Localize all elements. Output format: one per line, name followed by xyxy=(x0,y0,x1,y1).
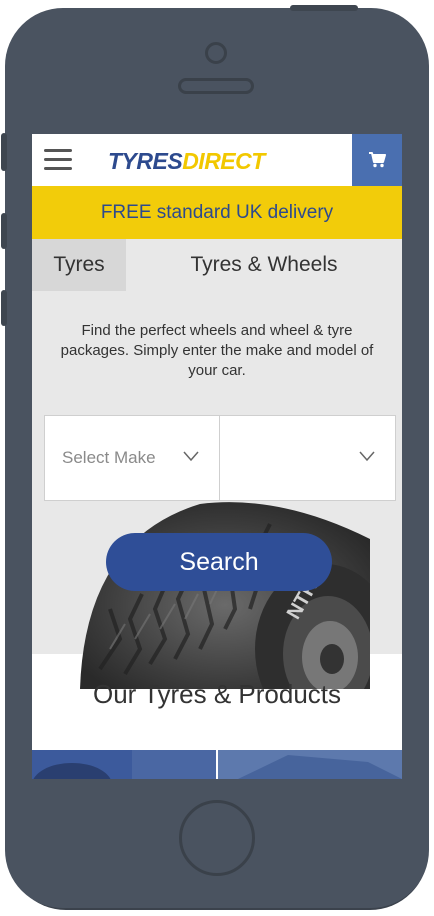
phone-home-button[interactable] xyxy=(179,800,255,876)
chevron-down-icon xyxy=(359,451,375,462)
products-section-title: Our Tyres & Products xyxy=(92,679,342,709)
tab-tyres-and-wheels[interactable]: Tyres & Wheels xyxy=(126,239,402,291)
phone-screen: TYRESDIRECT FREE standard UK delivery Ty… xyxy=(32,134,402,779)
select-make-value: Select Make xyxy=(62,448,156,467)
site-logo[interactable]: TYRESDIRECT xyxy=(108,146,265,176)
tab-tyres[interactable]: Tyres xyxy=(32,239,126,291)
logo-text-tyres: TYRES xyxy=(108,148,183,174)
intro-text: Find the perfect wheels and wheel & tyre… xyxy=(60,322,374,379)
product-tiles xyxy=(32,750,402,779)
shopping-cart-icon xyxy=(369,152,386,168)
phone-side-button xyxy=(1,133,7,171)
phone-speaker xyxy=(178,78,254,94)
chevron-down-icon xyxy=(183,451,199,462)
site-header: TYRESDIRECT xyxy=(32,134,402,186)
banner-text: FREE standard UK delivery xyxy=(100,202,334,223)
logo-text-direct: DIRECT xyxy=(182,148,265,174)
product-tile[interactable] xyxy=(218,750,402,779)
phone-volume-up-button xyxy=(1,213,7,249)
search-panel: Tyres Tyres & Wheels Find the perfect wh… xyxy=(32,239,402,689)
cart-button[interactable] xyxy=(352,134,402,186)
free-delivery-banner: FREE standard UK delivery xyxy=(32,186,402,239)
phone-power-button xyxy=(290,5,358,11)
product-tile[interactable] xyxy=(32,750,216,779)
phone-camera xyxy=(205,42,227,64)
select-make-dropdown[interactable]: Select Make xyxy=(45,416,220,500)
tyre-image: NTR xyxy=(80,499,370,689)
search-tabs: Tyres Tyres & Wheels xyxy=(32,239,402,291)
phone-volume-down-button xyxy=(1,290,7,326)
select-model-dropdown[interactable] xyxy=(220,416,395,500)
vehicle-select-group: Select Make xyxy=(44,415,396,501)
hamburger-menu-icon[interactable] xyxy=(44,149,72,171)
search-button[interactable]: Search xyxy=(106,533,332,591)
